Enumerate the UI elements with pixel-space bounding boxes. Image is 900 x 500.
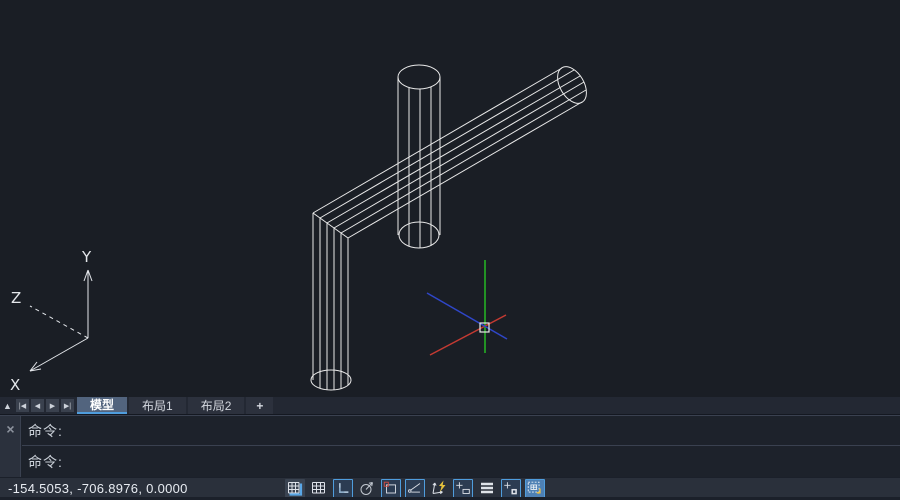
object-snap-icon[interactable] [381,479,401,498]
tab-prev-button[interactable]: ◀ [31,399,44,412]
command-history-line: 命令: [22,416,900,446]
tab-layout1[interactable]: 布局1 [129,397,186,414]
ucs-x-label: X [10,376,20,394]
clean-screen-icon[interactable] [525,479,545,498]
layout-tab-bar: ▲ |◀ ◀ ▶ ▶| 模型 布局1 布局2 + [0,397,900,415]
dynamic-input-icon[interactable] [429,479,449,498]
polar-tracking-icon[interactable] [357,479,377,498]
crosshair-z-axis [427,293,507,339]
ucs-icon: Y X Z [10,248,92,394]
object-snap-tracking-icon[interactable] [405,479,425,498]
show-lineweight-icon[interactable] [453,479,473,498]
crosshair-x-axis [430,315,506,355]
ortho-mode-icon[interactable] [333,479,353,498]
tab-last-button[interactable]: ▶| [61,399,74,412]
ucs-y-label: Y [81,248,92,266]
viewport-canvas[interactable]: Y X Z [0,0,900,397]
snap-mode-icon[interactable] [309,479,329,498]
status-toggle-group [285,479,545,498]
tab-next-button[interactable]: ▶ [46,399,59,412]
tab-add-layout-button[interactable]: + [246,397,273,414]
crosshair-cursor [427,260,507,355]
tab-menu-button[interactable]: ▲ [1,399,14,412]
status-bar: -154.5053, -706.8976, 0.0000 [0,477,900,500]
tab-model[interactable]: 模型 [77,397,127,414]
command-input-line[interactable]: 命令: [22,447,900,477]
tab-layout2[interactable]: 布局2 [188,397,245,414]
pipe-wireframe-model[interactable] [311,62,592,390]
isolate-objects-icon[interactable] [501,479,521,498]
command-line-window: × 命令: 命令: [0,415,900,477]
ucs-z-label: Z [11,289,21,307]
tab-first-button[interactable]: |◀ [16,399,29,412]
drawing-viewport[interactable]: Y X Z [0,0,900,397]
command-close-icon[interactable]: × [3,422,18,437]
command-window-side-strip: × [0,416,21,477]
cad-application-window: Y X Z ▲ |◀ ◀ ▶ ▶| 模型 布局1 布局2 + × 命令: [0,0,900,500]
coordinates-readout[interactable]: -154.5053, -706.8976, 0.0000 [8,481,188,496]
lineweight-list-icon[interactable] [477,479,497,498]
grid-display-icon[interactable] [285,479,305,498]
